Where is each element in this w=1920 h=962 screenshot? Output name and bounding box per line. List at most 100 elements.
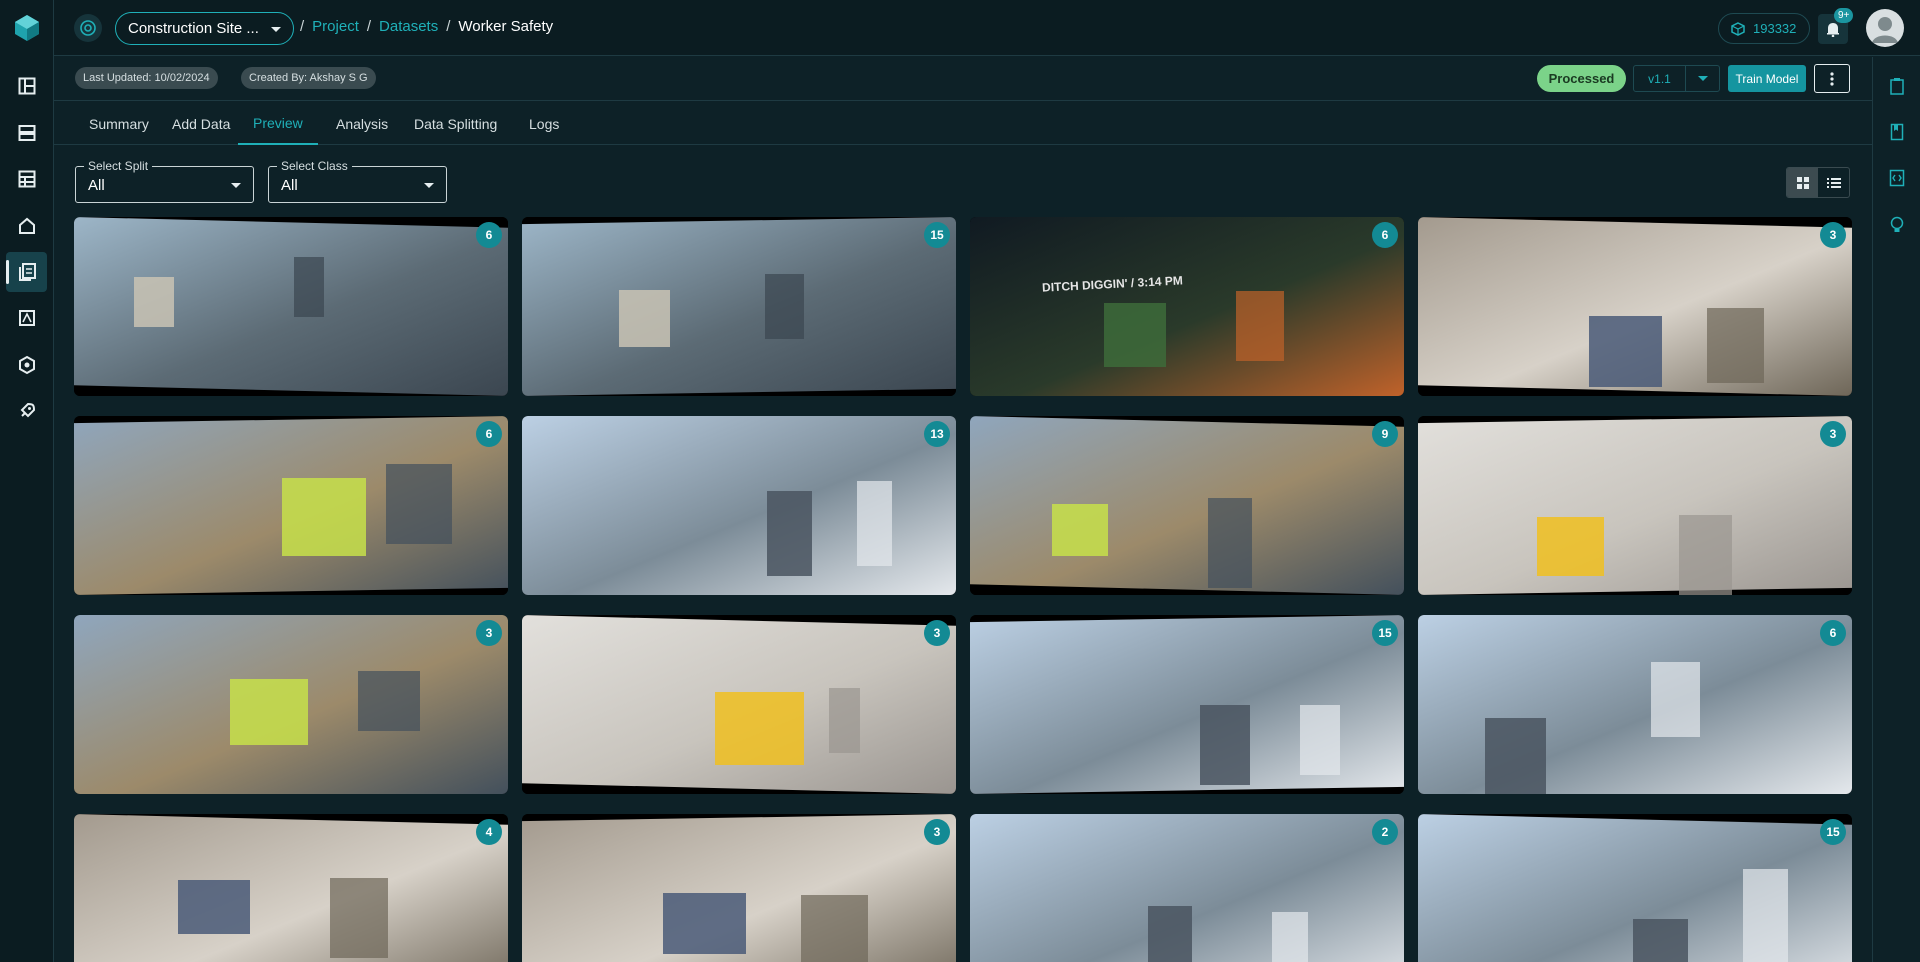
image-card[interactable]: 2	[970, 814, 1404, 962]
annotation-count-badge: 13	[924, 421, 950, 447]
chevron-down-icon	[424, 183, 434, 188]
image-thumbnail	[74, 814, 508, 962]
clipboard-icon	[1890, 78, 1904, 95]
rail-idea-button[interactable]	[1885, 213, 1909, 237]
tab-add-data[interactable]: Add Data	[172, 102, 230, 145]
credits-button[interactable]: 193332	[1718, 13, 1810, 44]
app-logo-icon[interactable]	[12, 13, 42, 43]
dataset-info-bar: Last Updated: 10/02/2024 Created By: Aks…	[54, 57, 1872, 101]
annotation-count-badge: 6	[476, 222, 502, 248]
chevron-down-icon[interactable]	[1686, 66, 1719, 91]
created-by-chip: Created By: Akshay S G	[241, 67, 376, 89]
sidebar-item-database[interactable]	[6, 113, 47, 153]
annotation-count-badge: 15	[1820, 819, 1846, 845]
image-card[interactable]: 15	[970, 615, 1404, 794]
cube-icon	[1731, 21, 1745, 36]
image-card[interactable]: 15	[522, 217, 956, 396]
rail-bookmark-button[interactable]	[1885, 120, 1909, 144]
image-card[interactable]: 3	[522, 814, 956, 962]
image-card[interactable]: 9	[970, 416, 1404, 595]
tab-summary[interactable]: Summary	[89, 102, 149, 145]
image-card[interactable]: 3	[1418, 217, 1852, 396]
sidebar-item-datasets[interactable]	[6, 252, 47, 292]
annotation-count-badge: 3	[924, 620, 950, 646]
image-thumbnail	[74, 217, 508, 396]
breadcrumb-datasets[interactable]: Datasets	[379, 18, 438, 35]
image-thumbnail	[1418, 416, 1852, 595]
right-rail	[1872, 57, 1920, 962]
tab-logs[interactable]: Logs	[529, 102, 559, 145]
tab-analysis[interactable]: Analysis	[336, 102, 388, 145]
annotation-count-badge: 6	[1372, 222, 1398, 248]
image-thumbnail	[1418, 217, 1852, 396]
class-select-label: Select Class	[277, 159, 352, 173]
split-select-label: Select Split	[84, 159, 153, 173]
chevron-down-icon	[271, 27, 281, 32]
image-card[interactable]: 6	[74, 217, 508, 396]
database-icon	[18, 125, 35, 141]
breadcrumb-separator: /	[366, 18, 372, 35]
breadcrumb-separator: /	[446, 18, 451, 35]
annotation-count-badge: 3	[1820, 222, 1846, 248]
annotation-count-badge: 15	[1372, 620, 1398, 646]
chevron-down-icon	[231, 183, 241, 188]
version-select[interactable]: v1.1	[1633, 65, 1720, 92]
breadcrumb-separator: /	[300, 18, 305, 35]
image-card[interactable]: 13	[522, 416, 956, 595]
sidebar-item-layout[interactable]	[6, 66, 47, 106]
image-thumbnail	[970, 416, 1404, 595]
image-card[interactable]: DITCH DIGGIN' / 3:14 PM 6	[970, 217, 1404, 396]
user-icon	[1872, 17, 1898, 43]
rail-clipboard-button[interactable]	[1885, 74, 1909, 98]
tab-data-splitting[interactable]: Data Splitting	[414, 102, 497, 145]
layout-icon	[18, 77, 35, 95]
image-card[interactable]: 15	[1418, 814, 1852, 962]
sidebar-item-annotate[interactable]	[6, 298, 47, 338]
class-select[interactable]: Select Class All	[268, 159, 447, 203]
grid-icon	[1796, 176, 1809, 189]
project-select[interactable]: Construction Site ...	[115, 12, 294, 45]
annotation-count-badge: 3	[476, 620, 502, 646]
image-thumbnail	[522, 615, 956, 794]
rail-code-button[interactable]	[1885, 166, 1909, 190]
top-bar: Construction Site ... / Project / Datase…	[54, 0, 1920, 56]
image-card[interactable]: 6	[74, 416, 508, 595]
code-icon	[1889, 169, 1905, 187]
grid-view-button[interactable]	[1787, 168, 1818, 197]
image-thumbnail	[970, 615, 1404, 794]
image-thumbnail	[1418, 814, 1852, 962]
annotation-count-badge: 6	[1820, 620, 1846, 646]
image-thumbnail	[74, 416, 508, 595]
project-icon	[74, 14, 102, 42]
view-toggle	[1786, 167, 1850, 198]
home-icon	[18, 217, 35, 234]
annotation-count-badge: 15	[924, 222, 950, 248]
avatar[interactable]	[1866, 9, 1904, 47]
image-card[interactable]: 3	[522, 615, 956, 794]
split-select-value: All	[88, 177, 105, 194]
sidebar-item-deploy[interactable]	[6, 391, 47, 431]
image-thumbnail	[1418, 615, 1852, 794]
list-view-button[interactable]	[1818, 168, 1849, 197]
sidebar-item-model[interactable]	[6, 345, 47, 385]
image-card[interactable]: 4	[74, 814, 508, 962]
image-card[interactable]: 3	[74, 615, 508, 794]
breadcrumb-project[interactable]: Project	[312, 18, 359, 35]
image-card[interactable]: 6	[1418, 615, 1852, 794]
train-model-button[interactable]: Train Model	[1728, 65, 1806, 92]
sidebar-item-home[interactable]	[6, 206, 47, 246]
sidebar	[0, 0, 54, 962]
image-thumbnail	[522, 814, 956, 962]
breadcrumb: / Project / Datasets / Worker Safety	[300, 18, 553, 35]
sidebar-item-table[interactable]	[6, 159, 47, 199]
notifications-button[interactable]: 9+	[1818, 8, 1854, 44]
annotation-count-badge: 3	[924, 819, 950, 845]
bell-icon	[1827, 23, 1839, 37]
more-options-button[interactable]	[1814, 64, 1850, 93]
tab-preview[interactable]: Preview	[238, 102, 318, 145]
split-select[interactable]: Select Split All	[75, 159, 254, 203]
annotation-count-badge: 3	[1820, 421, 1846, 447]
image-card[interactable]: 3	[1418, 416, 1852, 595]
last-updated-chip: Last Updated: 10/02/2024	[75, 67, 218, 89]
notifications-badge: 9+	[1834, 8, 1854, 23]
